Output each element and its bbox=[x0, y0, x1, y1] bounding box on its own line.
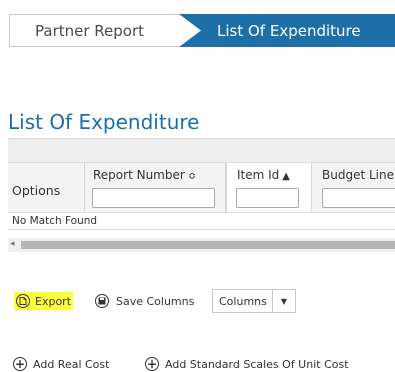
column-header-options: Options bbox=[8, 163, 85, 213]
breadcrumb-list-of-expenditure[interactable]: List Of Expenditure bbox=[179, 14, 395, 47]
breadcrumb-partner-report[interactable]: Partner Report bbox=[9, 14, 185, 47]
expenditure-grid: Options Report Number ≎ Item Id ▲ Budget L… bbox=[8, 138, 395, 263]
filter-budget-line-input[interactable] bbox=[322, 188, 395, 208]
grid-toolbar: Export Save Columns Columns ▼ bbox=[0, 289, 395, 313]
filter-report-number-input[interactable] bbox=[92, 188, 215, 208]
scrollbar-thumb[interactable] bbox=[21, 241, 395, 249]
grid-header-row: Options Report Number ≎ Item Id ▲ Budget L… bbox=[8, 162, 395, 213]
save-icon bbox=[95, 294, 109, 308]
export-icon bbox=[16, 294, 30, 308]
add-actions: + Add Real Cost + Add Standard Scales Of… bbox=[0, 356, 395, 372]
horizontal-scrollbar[interactable]: ◂ bbox=[8, 238, 395, 252]
column-header-budget-line[interactable]: Budget Line bbox=[312, 163, 395, 213]
column-label-report-number[interactable]: Report Number ≎ bbox=[93, 168, 196, 182]
export-button[interactable]: Export bbox=[14, 292, 74, 310]
empty-row: No Match Found bbox=[8, 212, 395, 230]
column-header-report-number[interactable]: Report Number ≎ bbox=[85, 163, 226, 213]
breadcrumb-partner-report-label: Partner Report bbox=[35, 21, 145, 40]
save-columns-label: Save Columns bbox=[116, 294, 195, 308]
add-standard-scales-button[interactable]: + Add Standard Scales Of Unit Cost bbox=[145, 356, 349, 372]
page-title: List Of Expenditure bbox=[8, 110, 200, 134]
empty-message: No Match Found bbox=[12, 215, 98, 227]
breadcrumb-list-of-expenditure-label: List Of Expenditure bbox=[217, 21, 361, 40]
columns-dropdown[interactable]: Columns ▼ bbox=[212, 289, 296, 313]
column-label-budget-line[interactable]: Budget Line bbox=[322, 168, 394, 182]
columns-dropdown-label[interactable]: Columns bbox=[213, 290, 273, 312]
column-label-options: Options bbox=[12, 183, 61, 198]
column-label-item-id[interactable]: Item Id ▲ bbox=[237, 168, 290, 182]
column-header-item-id[interactable]: Item Id ▲ bbox=[226, 163, 312, 213]
plus-circle-icon: + bbox=[13, 357, 27, 371]
add-real-cost-button[interactable]: + Add Real Cost bbox=[13, 356, 109, 372]
export-label: Export bbox=[35, 294, 72, 308]
breadcrumb: Partner Report List Of Expenditure bbox=[9, 14, 395, 47]
caret-down-icon[interactable]: ▼ bbox=[273, 290, 295, 312]
filter-item-id-input[interactable] bbox=[236, 188, 299, 208]
save-columns-button[interactable]: Save Columns bbox=[95, 292, 194, 310]
add-standard-scales-label: Add Standard Scales Of Unit Cost bbox=[165, 357, 349, 371]
grid-top-band bbox=[8, 138, 395, 162]
sort-ascending-icon[interactable]: ▲ bbox=[282, 171, 290, 182]
add-real-cost-label: Add Real Cost bbox=[33, 357, 110, 371]
plus-circle-icon: + bbox=[145, 357, 159, 371]
sort-unsorted-icon[interactable]: ≎ bbox=[188, 171, 196, 182]
scroll-left-icon[interactable]: ◂ bbox=[10, 239, 15, 249]
